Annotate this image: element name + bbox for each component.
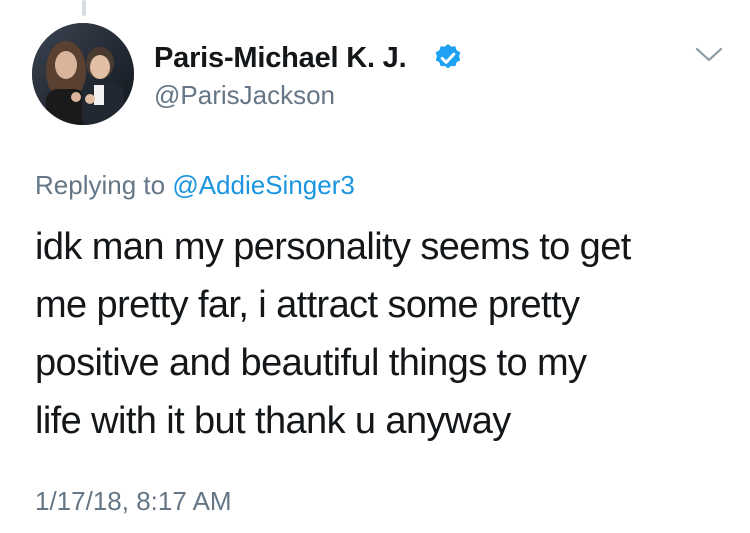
avatar-photo bbox=[32, 23, 134, 125]
tweet-body: idk man my personality seems to get me p… bbox=[35, 218, 725, 450]
author-handle[interactable]: @ParisJackson bbox=[154, 80, 335, 111]
tweet-text-line: positive and beautiful things to my bbox=[35, 342, 587, 384]
tweet-text-line: idk man my personality seems to get bbox=[35, 226, 631, 268]
reply-prefix: Replying to bbox=[35, 170, 166, 200]
avatar[interactable] bbox=[32, 23, 134, 125]
reply-context: Replying to @AddieSinger3 bbox=[35, 170, 355, 201]
verified-badge-icon bbox=[435, 44, 461, 69]
tweet-timestamp[interactable]: 1/17/18, 8:17 AM bbox=[35, 486, 232, 517]
author-display-name[interactable]: Paris-Michael K. J. bbox=[154, 42, 407, 75]
tweet-text-line: life with it but thank u anyway bbox=[35, 400, 511, 442]
thread-connector-line bbox=[82, 0, 86, 16]
reply-mention-link[interactable]: @AddieSinger3 bbox=[172, 170, 355, 200]
tweet-text-line: me pretty far, i attract some pretty bbox=[35, 284, 580, 326]
chevron-down-icon[interactable] bbox=[694, 44, 724, 66]
